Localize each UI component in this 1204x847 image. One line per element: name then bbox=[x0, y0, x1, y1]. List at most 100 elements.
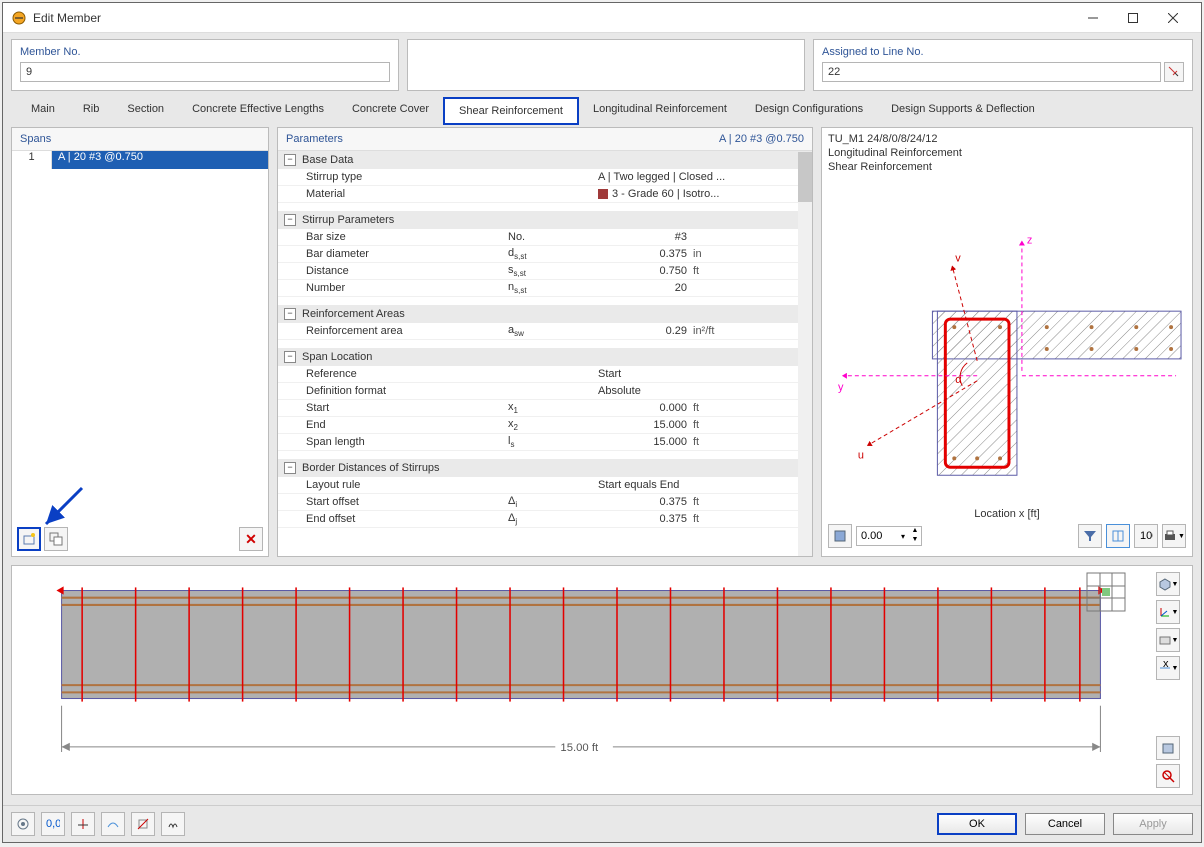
view-isometric-button[interactable]: ▼ bbox=[1156, 572, 1180, 596]
tool-d-button[interactable] bbox=[161, 812, 185, 836]
apply-button[interactable]: Apply bbox=[1113, 813, 1193, 835]
preview-settings-button[interactable] bbox=[828, 524, 852, 548]
param-symbol: ls bbox=[508, 435, 598, 449]
span-row[interactable]: 1 A | 20 #3 @0.750 bbox=[12, 151, 268, 169]
titlebar: Edit Member bbox=[3, 3, 1201, 33]
param-label: Span length bbox=[278, 436, 508, 448]
param-value[interactable]: 0.375 bbox=[598, 513, 693, 525]
collapse-icon[interactable]: − bbox=[284, 308, 296, 320]
param-value[interactable]: 3 - Grade 60 | Isotro... bbox=[598, 188, 753, 200]
svg-text:100: 100 bbox=[1140, 530, 1153, 542]
svg-text:0,00: 0,00 bbox=[46, 818, 60, 830]
tab-concrete-cover[interactable]: Concrete Cover bbox=[338, 97, 443, 125]
view-axes-button[interactable]: ▼ bbox=[1156, 600, 1180, 624]
group-base-data[interactable]: −Base Data bbox=[278, 151, 812, 169]
axis-y-label: y bbox=[838, 382, 844, 394]
view-display-button[interactable]: ▼ bbox=[1156, 628, 1180, 652]
units-button[interactable]: 0,00 bbox=[41, 812, 65, 836]
ok-button[interactable]: OK bbox=[937, 813, 1017, 835]
collapse-icon[interactable]: − bbox=[284, 154, 296, 166]
member-no-label: Member No. bbox=[20, 46, 390, 58]
close-button[interactable] bbox=[1153, 4, 1193, 32]
spans-list: 1 A | 20 #3 @0.750 bbox=[12, 151, 268, 522]
angle-alpha-label: α bbox=[955, 374, 961, 386]
parameters-scrollbar[interactable] bbox=[798, 152, 812, 556]
location-spinner[interactable]: ▾ ▲▼ bbox=[856, 526, 922, 546]
param-label: Layout rule bbox=[278, 479, 508, 491]
collapse-icon[interactable]: − bbox=[284, 214, 296, 226]
maximize-button[interactable] bbox=[1113, 4, 1153, 32]
param-value[interactable]: Start bbox=[598, 368, 753, 380]
tab-concrete-effective-lengths[interactable]: Concrete Effective Lengths bbox=[178, 97, 338, 125]
parameters-title: Parameters bbox=[286, 133, 343, 145]
param-value[interactable]: 0.000 bbox=[598, 402, 693, 414]
window-title: Edit Member bbox=[33, 11, 1073, 25]
print-button[interactable]: ▼ bbox=[1162, 524, 1186, 548]
param-unit: ft bbox=[693, 496, 748, 508]
tab-section[interactable]: Section bbox=[113, 97, 178, 125]
tab-design-supports-deflection[interactable]: Design Supports & Deflection bbox=[877, 97, 1049, 125]
assigned-line-card: Assigned to Line No. bbox=[813, 39, 1193, 91]
param-value[interactable]: 15.000 bbox=[598, 419, 693, 431]
param-value[interactable]: Start equals End bbox=[598, 479, 753, 491]
tool-b-button[interactable] bbox=[101, 812, 125, 836]
member-no-input[interactable] bbox=[20, 62, 390, 82]
param-label: End offset bbox=[278, 513, 508, 525]
param-value[interactable]: #3 bbox=[598, 231, 693, 243]
tab-longitudinal-reinforcement[interactable]: Longitudinal Reinforcement bbox=[579, 97, 741, 125]
reset-view-button[interactable] bbox=[1156, 764, 1180, 788]
param-label: Definition format bbox=[278, 385, 508, 397]
tab-bar: Main Rib Section Concrete Effective Leng… bbox=[11, 93, 1193, 125]
axis-v-label: v bbox=[955, 252, 961, 264]
group-reinforcement-areas[interactable]: −Reinforcement Areas bbox=[278, 305, 812, 323]
show-dimensions-button[interactable]: 100 bbox=[1134, 524, 1158, 548]
help-button[interactable] bbox=[11, 812, 35, 836]
longitudinal-view-panel: 15.00 ft ▼ ▼ ▼ x▼ bbox=[11, 565, 1193, 795]
view-member-axis-button[interactable]: x▼ bbox=[1156, 656, 1180, 680]
param-unit: ft bbox=[693, 436, 748, 448]
cancel-button[interactable]: Cancel bbox=[1025, 813, 1105, 835]
tab-rib[interactable]: Rib bbox=[69, 97, 114, 125]
group-border-distances[interactable]: −Border Distances of Stirrups bbox=[278, 459, 812, 477]
group-span-location[interactable]: −Span Location bbox=[278, 348, 812, 366]
param-value[interactable]: 0.375 bbox=[598, 496, 693, 508]
collapse-icon[interactable]: − bbox=[284, 462, 296, 474]
param-value[interactable]: Absolute bbox=[598, 385, 753, 397]
location-step-up[interactable]: ▲ bbox=[909, 527, 921, 536]
longitudinal-view-drawing[interactable]: 15.00 ft bbox=[18, 572, 1144, 788]
section-grid-icon[interactable] bbox=[1084, 570, 1132, 618]
minimize-button[interactable] bbox=[1073, 4, 1113, 32]
location-step-down[interactable]: ▼ bbox=[909, 536, 921, 545]
location-input[interactable] bbox=[857, 527, 897, 545]
assigned-line-input[interactable] bbox=[822, 62, 1161, 82]
filter-button[interactable] bbox=[1078, 524, 1102, 548]
tab-shear-reinforcement[interactable]: Shear Reinforcement bbox=[443, 97, 579, 125]
pick-line-button[interactable] bbox=[1164, 62, 1184, 82]
edit-member-dialog: Edit Member Member No. Assigned to Line … bbox=[2, 2, 1202, 843]
param-unit: in²/ft bbox=[693, 325, 748, 337]
param-label: Reference bbox=[278, 368, 508, 380]
param-value[interactable]: 0.375 bbox=[598, 248, 693, 260]
tab-design-configurations[interactable]: Design Configurations bbox=[741, 97, 877, 125]
param-value[interactable]: A | Two legged | Closed ... bbox=[598, 171, 753, 183]
param-label: Bar diameter bbox=[278, 248, 508, 260]
param-label: Reinforcement area bbox=[278, 325, 508, 337]
tool-a-button[interactable] bbox=[71, 812, 95, 836]
param-value[interactable]: 15.000 bbox=[598, 436, 693, 448]
annotation-arrow-icon bbox=[38, 484, 88, 534]
collapse-icon[interactable]: − bbox=[284, 351, 296, 363]
empty-card bbox=[407, 39, 805, 91]
tab-main[interactable]: Main bbox=[17, 97, 69, 125]
param-symbol: No. bbox=[508, 231, 598, 243]
param-value[interactable]: 0.750 bbox=[598, 265, 693, 277]
location-dropdown[interactable]: ▾ bbox=[897, 532, 909, 541]
section-preview-drawing[interactable]: z y v u α bbox=[828, 174, 1186, 508]
param-value[interactable]: 20 bbox=[598, 282, 693, 294]
show-values-button[interactable] bbox=[1106, 524, 1130, 548]
group-stirrup-parameters[interactable]: −Stirrup Parameters bbox=[278, 211, 812, 229]
view-cfg-button[interactable] bbox=[1156, 736, 1180, 760]
delete-span-button[interactable]: ✕ bbox=[239, 527, 263, 551]
param-value[interactable]: 0.29 bbox=[598, 325, 693, 337]
tool-c-button[interactable] bbox=[131, 812, 155, 836]
span-row-num: 1 bbox=[12, 151, 52, 169]
